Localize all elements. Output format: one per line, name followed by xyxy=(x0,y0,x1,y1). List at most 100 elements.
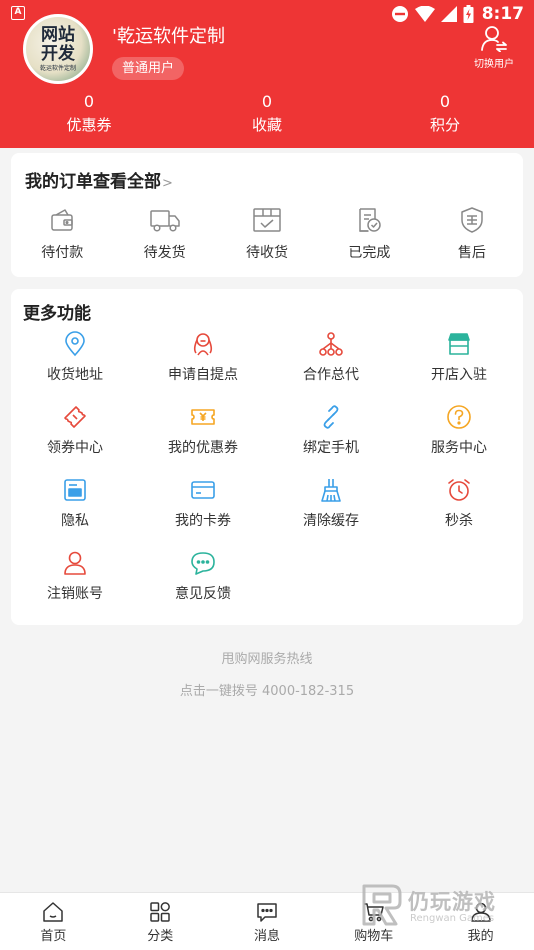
tab-label: 我的 xyxy=(467,929,494,944)
tab-mine[interactable]: 我的 xyxy=(427,893,534,950)
stat-value: 0 xyxy=(261,92,273,111)
stat-value: 0 xyxy=(439,92,451,111)
tab-cart[interactable]: 购物车 xyxy=(320,893,427,950)
function-feedback[interactable]: 意见反馈 xyxy=(139,550,267,623)
function-label: 我的优惠券 xyxy=(168,440,238,456)
stat-label: 优惠券 xyxy=(66,116,112,134)
orders-title: 我的订单查看全部 xyxy=(25,172,161,192)
user-type-badge: 普通用户 xyxy=(112,57,185,80)
hotline-title: 甩购网服务热线 xyxy=(221,652,313,667)
location-pin-icon xyxy=(65,331,85,357)
tab-label: 消息 xyxy=(253,929,280,944)
wallet-icon xyxy=(51,209,73,231)
order-pending-receipt[interactable]: 待收货 xyxy=(216,203,318,267)
chat-bubble-icon xyxy=(191,552,215,575)
tab-label: 购物车 xyxy=(354,929,394,944)
do-not-disturb-icon xyxy=(391,6,408,22)
chevron-right-icon: > xyxy=(162,176,173,191)
signal-icon xyxy=(440,6,457,22)
function-label: 清除缓存 xyxy=(303,513,359,529)
function-label: 合作总代 xyxy=(303,367,359,383)
switch-user-icon xyxy=(481,26,507,52)
function-apply-pickup[interactable]: 申请自提点 xyxy=(139,331,267,404)
status-icons: 8:17 xyxy=(391,3,524,25)
order-label: 已完成 xyxy=(348,245,391,261)
tab-label: 分类 xyxy=(147,929,174,944)
tab-messages[interactable]: 消息 xyxy=(214,893,321,950)
completed-doc-icon xyxy=(359,208,382,232)
order-pending-shipment[interactable]: 待发货 xyxy=(113,203,215,267)
function-label: 注销账号 xyxy=(47,586,103,602)
function-coupon-center[interactable]: 领券中心 xyxy=(11,404,139,477)
function-shipping-address[interactable]: 收货地址 xyxy=(11,331,139,404)
app-indicator-icon: A xyxy=(11,6,25,20)
profile-header: A 8:17 网站 开发 乾运软件定制 '乾运软件定制 普通用户 切换用户 0 … xyxy=(0,0,534,148)
username: '乾运软件定制 xyxy=(112,26,225,47)
stat-favorites[interactable]: 0 收藏 xyxy=(178,92,356,138)
battery-icon xyxy=(463,5,474,23)
stat-points[interactable]: 0 积分 xyxy=(356,92,534,138)
wifi-icon xyxy=(414,6,435,22)
avatar-logo: 网站 开发 乾运软件定制 xyxy=(26,17,90,81)
function-label: 隐私 xyxy=(61,513,89,529)
function-label: 服务中心 xyxy=(431,440,487,456)
switch-user-label: 切换用户 xyxy=(474,59,514,70)
category-icon xyxy=(150,902,171,922)
card-icon xyxy=(191,481,215,499)
function-label: 申请自提点 xyxy=(168,367,238,383)
after-sale-shield-icon xyxy=(461,207,483,233)
stats-row: 0 优惠券 0 收藏 0 积分 xyxy=(0,92,534,138)
function-label: 领券中心 xyxy=(47,440,103,456)
store-icon xyxy=(448,333,470,355)
order-after-sale[interactable]: 售后 xyxy=(421,203,523,267)
more-functions-card: 更多功能 收货地址 申请自提点 合作总代 开店入驻 领券中心 我的优惠券 绑定手… xyxy=(11,289,523,625)
function-label: 收货地址 xyxy=(47,367,103,383)
function-label: 意见反馈 xyxy=(175,586,231,602)
order-label: 待付款 xyxy=(41,245,84,261)
order-label: 待收货 xyxy=(246,245,289,261)
avatar[interactable]: 网站 开发 乾运软件定制 xyxy=(23,14,93,84)
function-flash-sale[interactable]: 秒杀 xyxy=(395,477,523,550)
orders-card: 我的订单查看全部> 待付款 待发货 待收货 已完成 售后 xyxy=(11,153,523,277)
function-bind-phone[interactable]: 绑定手机 xyxy=(267,404,395,477)
switch-user-button[interactable]: 切换用户 xyxy=(472,24,516,70)
tab-label: 首页 xyxy=(40,929,67,944)
cart-icon xyxy=(363,903,384,922)
functions-grid: 收货地址 申请自提点 合作总代 开店入驻 领券中心 我的优惠券 绑定手机 服务中… xyxy=(11,331,523,623)
order-pending-payment[interactable]: 待付款 xyxy=(11,203,113,267)
function-label: 绑定手机 xyxy=(303,440,359,456)
more-functions-title: 更多功能 xyxy=(23,304,91,324)
question-icon xyxy=(447,405,471,429)
function-label: 开店入驻 xyxy=(431,367,487,383)
function-open-store[interactable]: 开店入驻 xyxy=(395,331,523,404)
truck-icon xyxy=(149,210,180,232)
tab-home[interactable]: 首页 xyxy=(0,893,107,950)
orders-status-row: 待付款 待发货 待收货 已完成 售后 xyxy=(11,203,523,267)
ticket-icon xyxy=(64,406,86,428)
message-icon xyxy=(257,903,277,922)
function-my-coupons[interactable]: 我的优惠券 xyxy=(139,404,267,477)
alarm-clock-icon xyxy=(448,479,470,501)
function-partner-agent[interactable]: 合作总代 xyxy=(267,331,395,404)
user-icon xyxy=(64,551,86,575)
function-my-cards[interactable]: 我的卡券 xyxy=(139,477,267,550)
function-service-center[interactable]: 服务中心 xyxy=(395,404,523,477)
orders-view-all-link[interactable]: 我的订单查看全部> xyxy=(25,167,173,192)
tab-category[interactable]: 分类 xyxy=(107,893,214,950)
function-delete-account[interactable]: 注销账号 xyxy=(11,550,139,623)
order-label: 待发货 xyxy=(143,245,186,261)
stat-label: 积分 xyxy=(429,116,460,134)
network-icon xyxy=(319,332,343,356)
stat-coupons[interactable]: 0 优惠券 xyxy=(0,92,178,138)
link-icon xyxy=(323,405,339,429)
order-completed[interactable]: 已完成 xyxy=(318,203,420,267)
function-label: 我的卡券 xyxy=(175,513,231,529)
function-clear-cache[interactable]: 清除缓存 xyxy=(267,477,395,550)
function-privacy[interactable]: 隐私 xyxy=(11,477,139,550)
privacy-card-icon xyxy=(64,479,86,501)
profile-icon xyxy=(470,902,491,922)
order-label: 售后 xyxy=(457,245,486,261)
hotline-call-link[interactable]: 点击一键拨号 4000-182-315 xyxy=(0,680,534,699)
avatar-text-line2: 开发 xyxy=(41,44,75,64)
stat-value: 0 xyxy=(83,92,95,111)
